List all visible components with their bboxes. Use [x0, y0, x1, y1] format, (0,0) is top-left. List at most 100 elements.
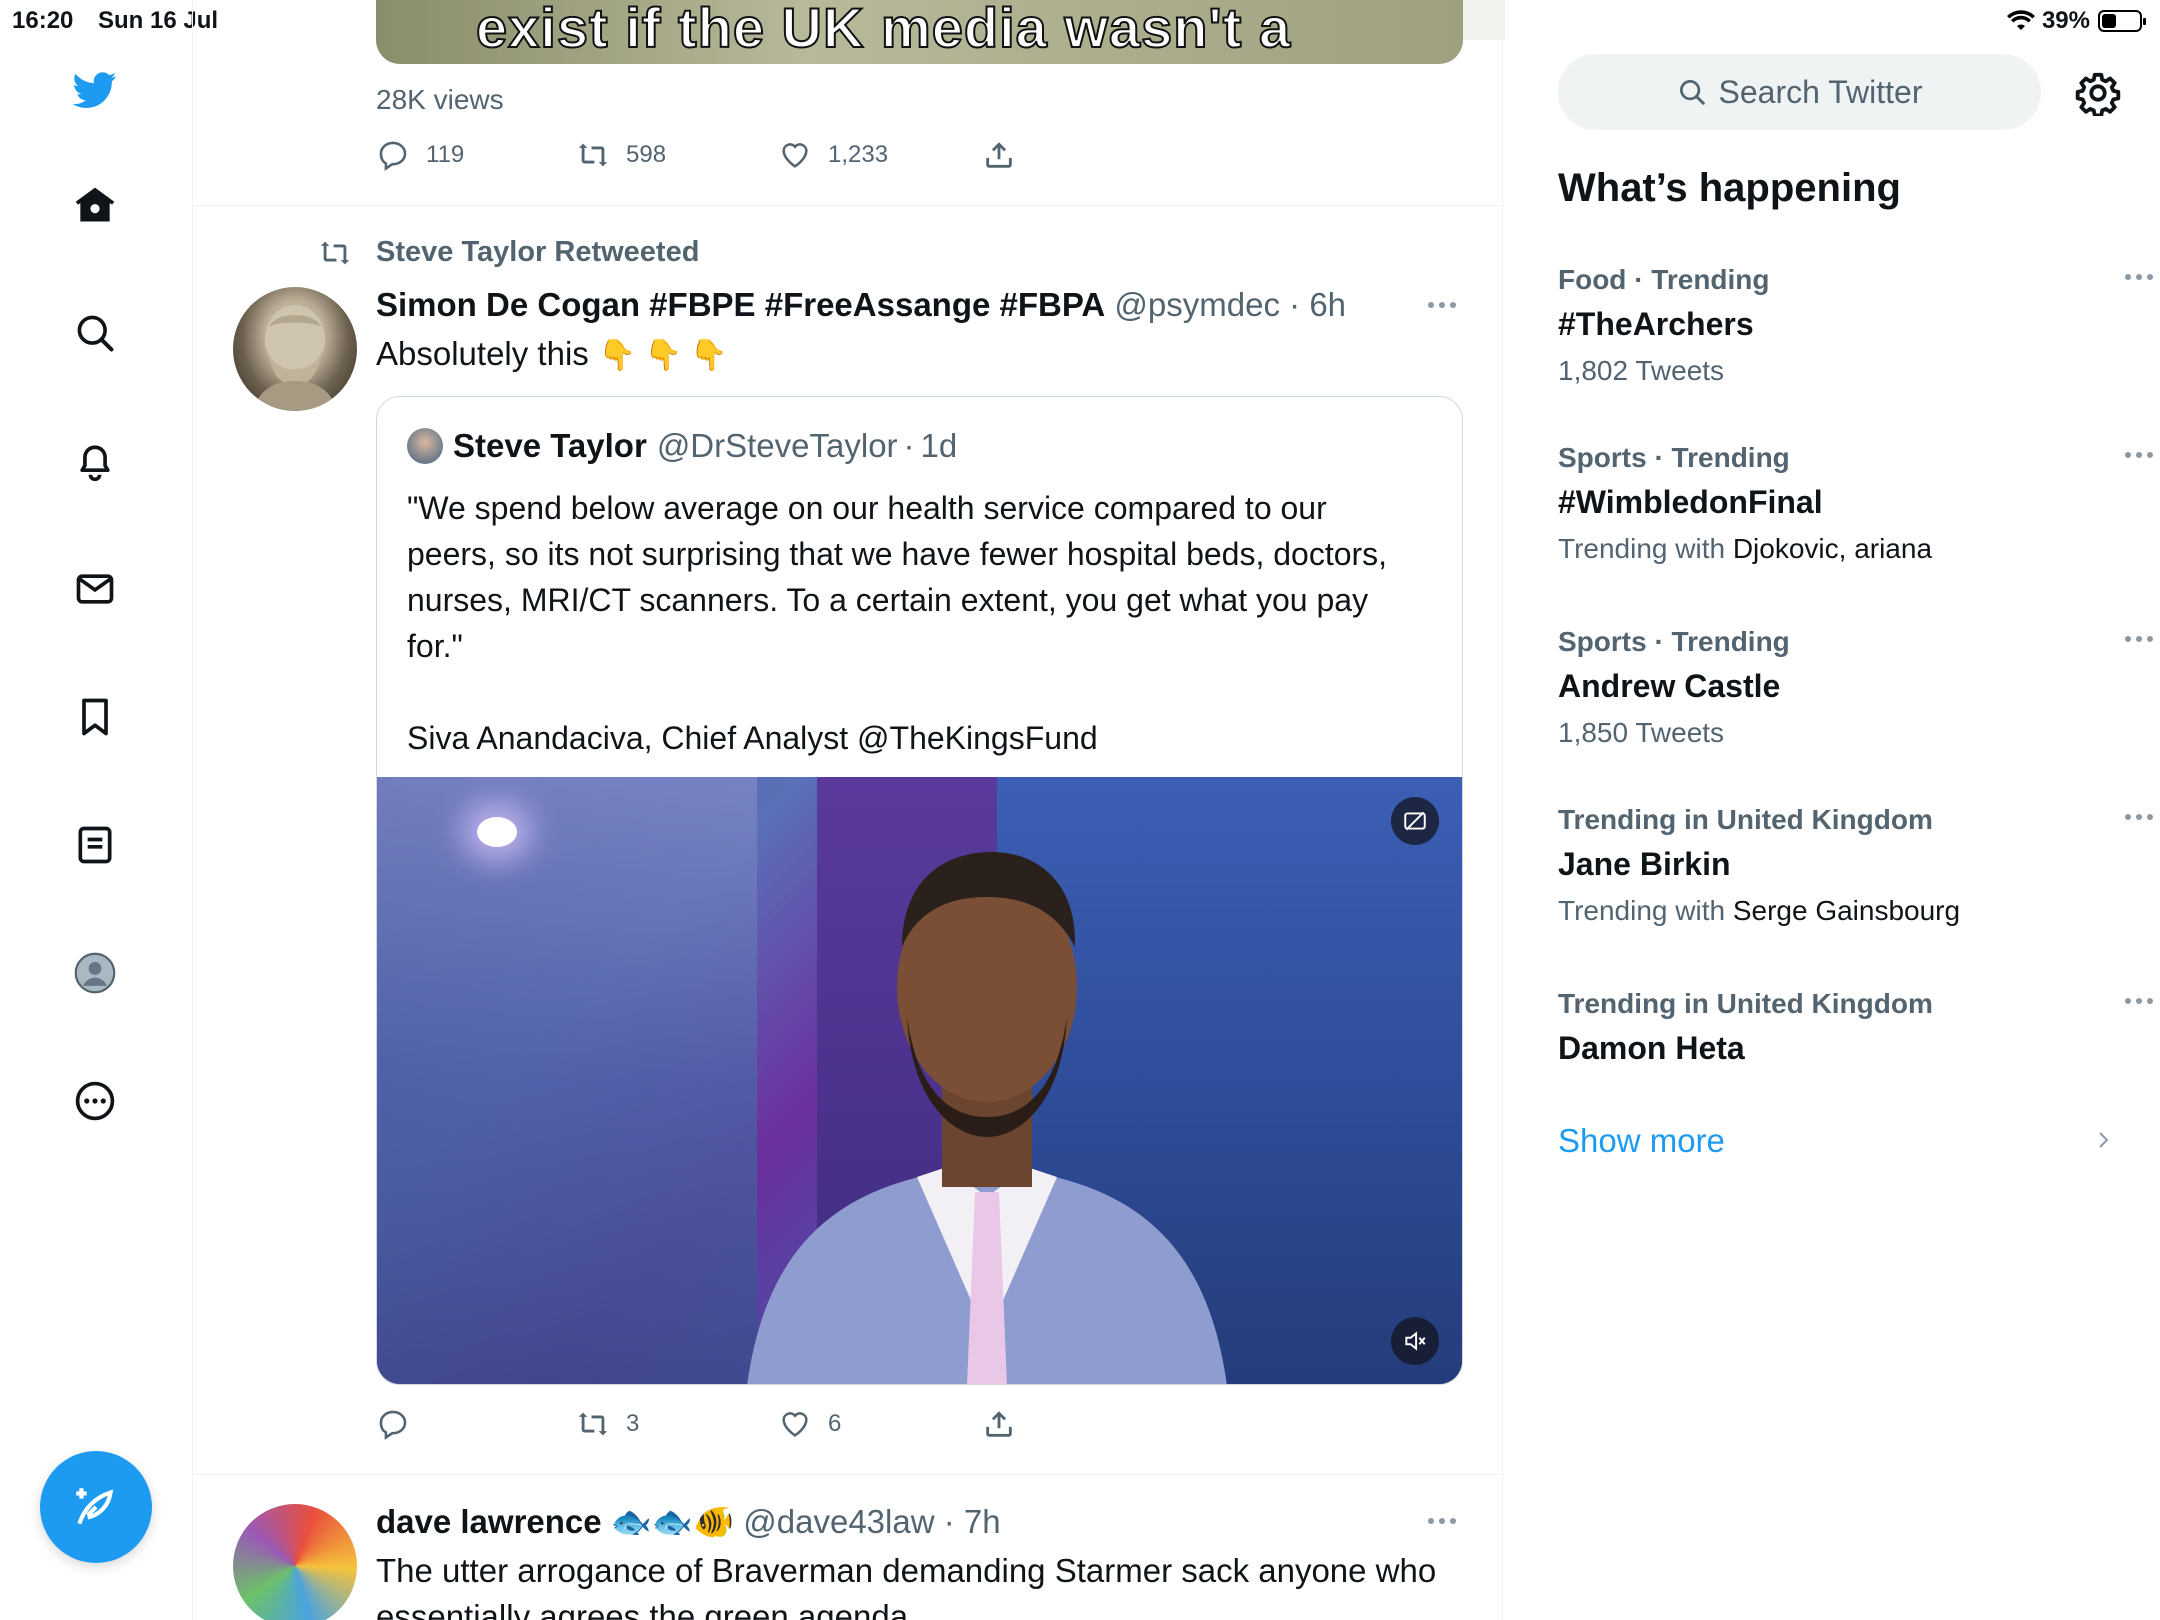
- trend-subtext: Trending with Serge Gainsbourg: [1558, 895, 2118, 927]
- like-count: 6: [828, 1410, 842, 1437]
- share-button[interactable]: [982, 1407, 1016, 1441]
- chevron-right-icon[interactable]: [2091, 1128, 2115, 1152]
- quoted-avatar[interactable]: [407, 428, 443, 464]
- whats-happening-title: What’s happening: [1558, 166, 1901, 210]
- reply-count: 119: [426, 141, 465, 168]
- timestamp[interactable]: 7h: [964, 1503, 1001, 1540]
- notifications-icon[interactable]: [71, 437, 119, 485]
- tweet-divider: [193, 1474, 1502, 1475]
- trend-more-button[interactable]: [2125, 998, 2153, 1004]
- trend-item[interactable]: Food · Trending #TheArchers 1,802 Tweets: [1558, 264, 2153, 387]
- trend-topic: Andrew Castle: [1558, 668, 1781, 704]
- trend-context: Sports · Trending: [1558, 626, 1790, 657]
- trend-subtext: Trending with Djokovic, ariana: [1558, 533, 2118, 565]
- reply-button[interactable]: 119: [376, 138, 576, 172]
- video-caption-icon[interactable]: [1391, 797, 1439, 845]
- display-name[interactable]: Simon De Cogan #FBPE #FreeAssange #FBPA: [376, 286, 1105, 323]
- quoted-video[interactable]: [377, 777, 1462, 1384]
- previous-tweet-media[interactable]: exist if the UK media wasn't a: [376, 0, 1463, 64]
- trend-more-button[interactable]: [2125, 636, 2153, 642]
- trend-topic: Damon Heta: [1558, 1030, 1745, 1066]
- trend-context: Trending in United Kingdom: [1558, 804, 1933, 835]
- profile-icon[interactable]: [71, 949, 119, 997]
- reply-icon: [379, 1410, 407, 1440]
- avatar[interactable]: [233, 1504, 357, 1620]
- pointing-down-emoji: 👇 👇 👇: [598, 339, 728, 372]
- heart-icon: [782, 1412, 808, 1437]
- trend-item[interactable]: Sports · Trending #WimbledonFinal Trendi…: [1558, 442, 2153, 565]
- previous-tweet-views: 28K views: [376, 84, 504, 115]
- share-icon: [986, 1411, 1012, 1437]
- share-icon: [986, 142, 1012, 168]
- separator-dot: ·: [1289, 286, 1301, 323]
- separator-dot: ·: [943, 1503, 955, 1540]
- trend-context: Sports · Trending: [1558, 442, 1790, 473]
- like-button[interactable]: 1,233: [778, 138, 982, 172]
- search-input[interactable]: Search Twitter: [1558, 54, 2041, 130]
- search-placeholder: Search Twitter: [1718, 73, 1923, 110]
- trend-item[interactable]: Trending in United Kingdom Jane Birkin T…: [1558, 804, 2153, 927]
- search-icon: [1679, 80, 1705, 105]
- quoted-tweet-header: Steve Taylor @DrSteveTaylor · 1d: [407, 427, 957, 465]
- previous-tweet-media-caption: exist if the UK media wasn't a: [475, 0, 1292, 59]
- share-button[interactable]: [982, 138, 1016, 172]
- left-navigation: [0, 0, 193, 1620]
- quoted-tweet[interactable]: Steve Taylor @DrSteveTaylor · 1d "We spe…: [376, 396, 1463, 1385]
- retweet-button[interactable]: 3: [576, 1407, 778, 1441]
- compose-tweet-icon: [76, 1488, 114, 1525]
- retweet-icon: [578, 1412, 608, 1436]
- trend-topic: Jane Birkin: [1558, 846, 1731, 882]
- previous-tweet-actions: 119 598 1,233: [376, 138, 1016, 172]
- trend-sub-prefix: Trending with: [1558, 895, 1733, 926]
- quoted-timestamp[interactable]: 1d: [921, 427, 958, 465]
- home-icon[interactable]: [71, 181, 119, 229]
- trend-context: Trending in United Kingdom: [1558, 988, 1933, 1019]
- retweet-count: 598: [626, 141, 667, 168]
- timeline: exist if the UK media wasn't a 28K views…: [193, 0, 1503, 1620]
- more-icon[interactable]: [71, 1077, 119, 1125]
- timestamp[interactable]: 6h: [1309, 286, 1346, 323]
- trend-topic: #WimbledonFinal: [1558, 484, 1823, 520]
- bookmarks-icon[interactable]: [71, 693, 119, 741]
- mute-icon[interactable]: [1391, 1317, 1439, 1365]
- tweet-text-line: essentially agrees the green agenda...: [376, 1598, 936, 1620]
- compose-tweet-button[interactable]: [40, 1451, 152, 1563]
- retweet-button[interactable]: 598: [576, 138, 778, 172]
- avatar[interactable]: [233, 287, 357, 411]
- trend-topic: #TheArchers: [1558, 306, 1754, 342]
- separator-dot: ·: [903, 427, 915, 464]
- explore-icon[interactable]: [71, 309, 119, 357]
- show-more-link[interactable]: Show more: [1558, 1122, 1725, 1160]
- tweet-more-button[interactable]: [1428, 1518, 1456, 1524]
- retweeted-by-label[interactable]: Steve Taylor Retweeted: [376, 236, 699, 269]
- trend-context: Food · Trending: [1558, 264, 1770, 295]
- trend-more-button[interactable]: [2125, 452, 2153, 458]
- retweeted-icon: [320, 241, 350, 265]
- settings-gear-icon[interactable]: [2075, 70, 2121, 116]
- like-button[interactable]: 6: [778, 1407, 982, 1441]
- quoted-tweet-text: "We spend below average on our health se…: [407, 485, 1417, 807]
- trend-more-button[interactable]: [2125, 274, 2153, 280]
- twitter-logo-icon[interactable]: [71, 66, 119, 114]
- trend-count: 1,802 Tweets: [1558, 355, 1725, 386]
- tweet-divider: [193, 205, 1502, 206]
- tweet-header: Simon De Cogan #FBPE #FreeAssange #FBPA …: [376, 286, 1346, 324]
- reply-button[interactable]: [376, 1407, 576, 1441]
- trend-more-button[interactable]: [2125, 814, 2153, 820]
- trend-count: 1,850 Tweets: [1558, 717, 1725, 748]
- handle[interactable]: @dave43law: [743, 1503, 934, 1540]
- display-name[interactable]: dave lawrence: [376, 1503, 602, 1540]
- messages-icon[interactable]: [71, 565, 119, 613]
- tweet-text-content: Absolutely this: [376, 335, 589, 372]
- trend-item[interactable]: Sports · Trending Andrew Castle 1,850 Tw…: [1558, 626, 2153, 749]
- lists-icon[interactable]: [71, 821, 119, 869]
- trend-sub-value: Serge Gainsbourg: [1732, 895, 1961, 926]
- right-sidebar: Search Twitter What’s happening Food · T…: [1503, 0, 2160, 1620]
- tweet-more-button[interactable]: [1428, 302, 1456, 308]
- quoted-handle[interactable]: @DrSteveTaylor: [657, 427, 898, 465]
- trend-item[interactable]: Trending in United Kingdom Damon Heta: [1558, 988, 2153, 1067]
- handle[interactable]: @psymdec: [1114, 286, 1280, 323]
- heart-icon: [782, 143, 808, 168]
- name-emoji: 🐟🐟🐠: [610, 1503, 735, 1540]
- quoted-display-name[interactable]: Steve Taylor: [453, 427, 647, 465]
